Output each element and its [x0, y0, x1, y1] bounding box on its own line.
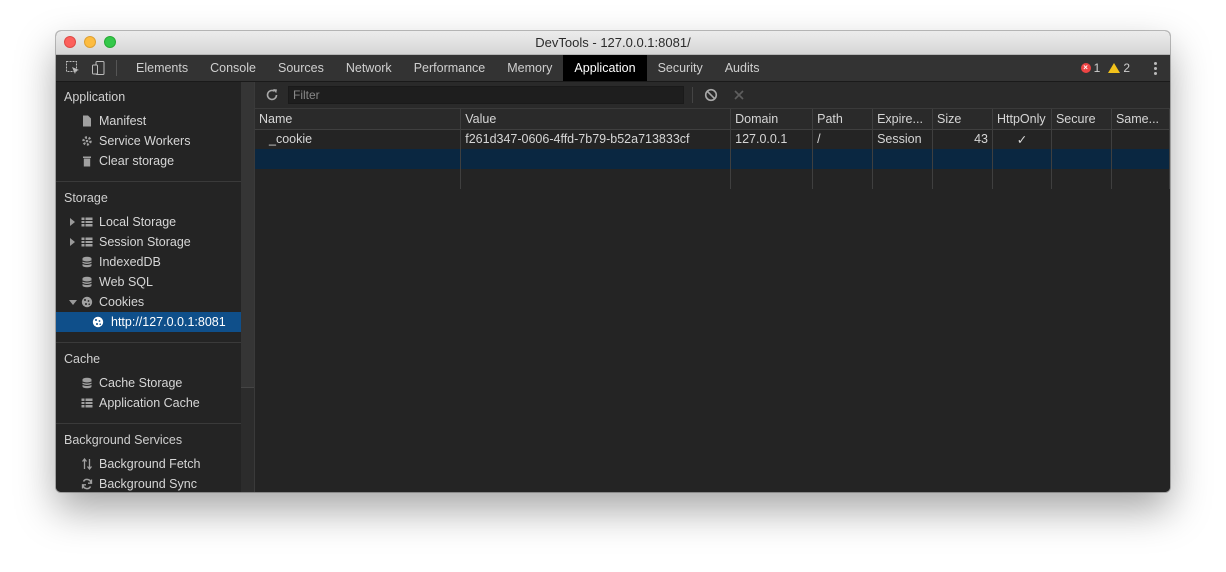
tab-application[interactable]: Application: [563, 55, 647, 81]
title-bar: DevTools - 127.0.0.1:8081/: [56, 31, 1170, 55]
cookie-icon: [81, 296, 93, 308]
column-header-expires[interactable]: Expire...: [872, 109, 934, 130]
column-header-domain[interactable]: Domain: [730, 109, 814, 130]
sidebar-item-background-fetch[interactable]: Background Fetch: [56, 454, 241, 474]
section-title-storage: Storage: [64, 191, 108, 205]
up-down-arrows-icon: [81, 458, 93, 470]
table-row[interactable]: _cookie f261d347-0606-4ffd-7b79-b52a7138…: [255, 129, 1170, 149]
sidebar-item-background-sync[interactable]: Background Sync: [56, 474, 241, 492]
table-grid-icon: [81, 217, 93, 227]
section-title-application: Application: [64, 90, 126, 104]
column-header-value[interactable]: Value: [460, 109, 732, 130]
error-count: 1: [1093, 61, 1101, 75]
section-divider: [56, 342, 241, 343]
cookie-path-cell[interactable]: /: [812, 129, 874, 149]
application-sidebar: Application Manifest Service Workers Cle…: [56, 82, 241, 492]
column-header-httponly[interactable]: HttpOnly: [992, 109, 1052, 130]
sidebar-item-web-sql[interactable]: Web SQL: [56, 272, 241, 292]
tab-sources[interactable]: Sources: [267, 55, 335, 81]
issue-counts[interactable]: × 1 2: [1080, 55, 1130, 81]
tab-console[interactable]: Console: [199, 55, 267, 81]
sidebar-item-cache-storage[interactable]: Cache Storage: [56, 373, 241, 393]
tab-network[interactable]: Network: [335, 55, 403, 81]
table-row-new-selected[interactable]: [255, 149, 1170, 169]
tab-performance[interactable]: Performance: [403, 55, 497, 81]
refresh-icon[interactable]: [265, 88, 279, 102]
expand-arrow-icon[interactable]: [70, 238, 75, 246]
sync-icon: [81, 478, 93, 490]
database-icon: [82, 256, 92, 268]
warning-icon: [1108, 63, 1121, 73]
sidebar-item-application-cache[interactable]: Application Cache: [56, 393, 241, 413]
error-icon: ×: [1080, 63, 1091, 73]
sidebar-item-local-storage[interactable]: Local Storage: [56, 212, 241, 232]
cookie-value-cell[interactable]: f261d347-0606-4ffd-7b79-b52a713833cf: [460, 129, 732, 149]
column-header-path[interactable]: Path: [812, 109, 874, 130]
cookie-size-cell[interactable]: 43: [932, 129, 993, 149]
sidebar-scrollbar[interactable]: [241, 82, 255, 492]
column-header-secure[interactable]: Secure: [1051, 109, 1112, 130]
clear-all-cookies-icon[interactable]: [704, 88, 718, 102]
scrollbar-thumb[interactable]: [241, 82, 254, 388]
table-header-row: Name Value Domain Path Expire... Size Ht…: [255, 109, 1170, 130]
database-icon: [82, 276, 92, 288]
sidebar-item-indexeddb[interactable]: IndexedDB: [56, 252, 241, 272]
cookie-name-cell[interactable]: _cookie: [255, 129, 462, 149]
panel-tabs: Elements Console Sources Network Perform…: [125, 55, 770, 81]
devtools-window: DevTools - 127.0.0.1:8081/ Elements Cons…: [56, 31, 1170, 492]
cookies-table: Name Value Domain Path Expire... Size Ht…: [255, 109, 1170, 189]
sidebar-item-service-workers[interactable]: Service Workers: [56, 131, 241, 151]
more-options-icon[interactable]: [1150, 60, 1160, 76]
toolbar-divider: [692, 87, 693, 103]
trash-icon: [83, 156, 91, 167]
tab-elements[interactable]: Elements: [125, 55, 199, 81]
expand-arrow-icon[interactable]: [70, 218, 75, 226]
warning-count: 2: [1123, 61, 1130, 75]
filter-input[interactable]: [288, 86, 684, 104]
column-header-size[interactable]: Size: [932, 109, 993, 130]
sidebar-item-session-storage[interactable]: Session Storage: [56, 232, 241, 252]
database-icon: [82, 377, 92, 389]
cookie-httponly-cell[interactable]: ✓: [992, 129, 1052, 149]
cookie-icon: [92, 316, 104, 328]
section-divider: [56, 181, 241, 182]
sidebar-item-cookies[interactable]: Cookies: [56, 292, 241, 312]
devtools-tab-bar: Elements Console Sources Network Perform…: [56, 55, 1170, 82]
tab-security[interactable]: Security: [647, 55, 714, 81]
cookie-domain-cell[interactable]: 127.0.0.1: [730, 129, 814, 149]
collapse-arrow-icon[interactable]: [69, 300, 77, 305]
column-header-samesite[interactable]: Same...: [1111, 109, 1170, 130]
tab-memory[interactable]: Memory: [496, 55, 563, 81]
delete-selected-icon[interactable]: [732, 88, 746, 102]
cookies-toolbar: [255, 82, 1170, 109]
table-grid-icon: [81, 398, 93, 408]
section-divider: [56, 423, 241, 424]
section-title-background-services: Background Services: [64, 433, 183, 447]
document-icon: [83, 115, 91, 127]
device-toolbar-icon[interactable]: [91, 60, 107, 76]
inspect-element-icon[interactable]: [65, 60, 81, 76]
tab-audits[interactable]: Audits: [714, 55, 771, 81]
sidebar-item-cookie-origin[interactable]: http://127.0.0.1:8081: [56, 312, 241, 332]
cookie-secure-cell[interactable]: [1051, 129, 1112, 149]
column-header-name[interactable]: Name: [255, 109, 462, 130]
window-title: DevTools - 127.0.0.1:8081/: [535, 35, 691, 50]
table-grid-icon: [81, 237, 93, 247]
cookie-samesite-cell[interactable]: [1111, 129, 1170, 149]
sidebar-item-manifest[interactable]: Manifest: [56, 111, 241, 131]
sidebar-item-clear-storage[interactable]: Clear storage: [56, 151, 241, 171]
toolbar-divider: [116, 60, 117, 76]
cookies-panel: Name Value Domain Path Expire... Size Ht…: [255, 82, 1170, 492]
table-filler: [255, 169, 1170, 189]
cookie-expires-cell[interactable]: Session: [872, 129, 934, 149]
section-title-cache: Cache: [64, 352, 101, 366]
gear-icon: [82, 136, 92, 146]
